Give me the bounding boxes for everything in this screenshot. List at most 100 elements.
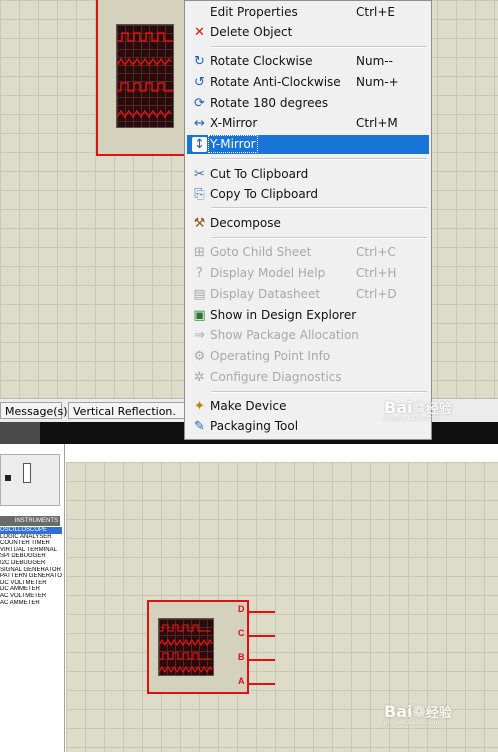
- cut-icon: ✂: [194, 167, 205, 182]
- instrument-list-item[interactable]: PATTERN GENERATOR: [0, 573, 62, 580]
- packaging-tool-icon: ✎: [194, 419, 205, 434]
- menu-item-edit-properties[interactable]: Edit Properties Ctrl+E: [187, 3, 429, 22]
- pin-label-d: D: [238, 604, 245, 614]
- instrument-list-item[interactable]: OSCILLOSCOPE: [0, 527, 62, 534]
- x-mirror-icon: ↔: [194, 116, 205, 131]
- top-screenshot: Message(s) Vertical Reflection. Edit Pro…: [0, 0, 498, 444]
- instrument-list-item[interactable]: LOGIC ANALYSER: [0, 534, 62, 541]
- menu-item-label: Rotate 180 degrees: [210, 96, 329, 110]
- oscilloscope-screen: [116, 24, 174, 128]
- bottom-screenshot: INSTRUMENTS OSCILLOSCOPE LOGIC ANALYSER CO…: [0, 444, 498, 752]
- pin-a-wire[interactable]: [249, 683, 275, 685]
- pin-d-wire[interactable]: [249, 611, 275, 613]
- menu-item-label: Y-Mirror: [208, 135, 258, 153]
- menu-item-label: Edit Properties: [210, 5, 298, 19]
- menu-item-show-in-design-explorer[interactable]: ▣ Show in Design Explorer: [187, 306, 429, 325]
- menu-item-label: Operating Point Info: [210, 349, 331, 363]
- instrument-list-item[interactable]: DC AMMETER: [0, 586, 62, 593]
- preview-square-icon: [5, 475, 11, 481]
- menu-separator: [211, 237, 427, 239]
- menu-item-shortcut: Ctrl+C: [356, 245, 396, 259]
- edit-properties-icon: [192, 5, 207, 20]
- instrument-list-item[interactable]: AC VOLTMETER: [0, 593, 62, 600]
- menu-separator: [211, 46, 427, 48]
- menu-separator: [211, 207, 427, 209]
- menu-item-display-model-help: ? Display Model Help Ctrl+H: [187, 264, 429, 283]
- watermark-bottom: Bai❁经验 jingyan.baidu.com: [384, 702, 452, 726]
- menu-item-label: Decompose: [210, 216, 281, 230]
- menu-item-label: Packaging Tool: [210, 419, 299, 433]
- pin-label-b: B: [238, 652, 245, 662]
- pin-b-wire[interactable]: [249, 659, 275, 661]
- menu-item-display-datasheet: ▤ Display Datasheet Ctrl+D: [187, 285, 429, 304]
- messages-button[interactable]: Message(s): [0, 402, 68, 419]
- oscilloscope-traces-bottom: [159, 624, 213, 674]
- copy-icon: ⎘: [194, 187, 205, 202]
- menu-item-label: Show Package Allocation: [210, 328, 359, 342]
- datasheet-icon: ▤: [193, 287, 206, 302]
- instrument-list-item[interactable]: I2C DEBUGGER: [0, 560, 62, 567]
- menu-item-goto-child-sheet: ⊞ Goto Child Sheet Ctrl+C: [187, 243, 429, 262]
- menu-item-shortcut: Ctrl+M: [356, 116, 398, 130]
- menu-item-label: Display Model Help: [210, 266, 326, 280]
- delete-icon: ✕: [194, 25, 205, 40]
- menu-item-shortcut: Num--: [356, 54, 393, 68]
- pin-label-a: A: [238, 676, 245, 686]
- instrument-list-item[interactable]: AC AMMETER: [0, 600, 62, 607]
- menu-item-x-mirror[interactable]: ↔ X-Mirror Ctrl+M: [187, 114, 429, 133]
- instrument-list-item[interactable]: DC VOLTMETER: [0, 580, 62, 587]
- menu-item-rotate-180-degrees[interactable]: ⟳ Rotate 180 degrees: [187, 94, 429, 113]
- menu-item-rotate-anti-clockwise[interactable]: ↺ Rotate Anti-Clockwise Num-+: [187, 73, 429, 92]
- context-menu: Edit Properties Ctrl+E ✕ Delete Object ↻ Rota…: [184, 0, 432, 440]
- instrument-list-item[interactable]: VIRTUAL TERMINAL: [0, 547, 62, 554]
- oscilloscope-component-bottom[interactable]: D C B A: [147, 600, 249, 694]
- instruments-list: OSCILLOSCOPE LOGIC ANALYSER COUNTER TIMER V…: [0, 527, 64, 606]
- rotate-180-icon: ⟳: [194, 96, 205, 111]
- menu-item-configure-diagnostics: ✲ Configure Diagnostics: [187, 368, 429, 387]
- menu-item-decompose[interactable]: ⚒ Decompose: [187, 214, 429, 233]
- menu-item-delete-object[interactable]: ✕ Delete Object: [187, 23, 429, 42]
- rotate-clockwise-icon: ↻: [194, 54, 205, 69]
- menu-item-shortcut: Ctrl+D: [356, 287, 397, 301]
- make-device-icon: ✦: [194, 399, 205, 414]
- instrument-list-item[interactable]: SIGNAL GENERATOR: [0, 567, 62, 574]
- menu-item-label: Cut To Clipboard: [210, 167, 309, 181]
- menu-item-label: Rotate Anti-Clockwise: [210, 75, 341, 89]
- menu-item-label: Goto Child Sheet: [210, 245, 312, 259]
- operating-point-icon: ⚙: [193, 349, 206, 364]
- pin-c-wire[interactable]: [249, 635, 275, 637]
- menu-separator: [211, 391, 427, 393]
- hammer-icon: ⚒: [193, 216, 206, 231]
- menu-item-shortcut: Num-+: [356, 75, 399, 89]
- instrument-list-item[interactable]: COUNTER TIMER: [0, 540, 62, 547]
- menu-item-shortcut: Ctrl+H: [356, 266, 397, 280]
- y-mirror-icon: ↕: [192, 137, 207, 152]
- diagnostics-icon: ✲: [194, 370, 205, 385]
- menu-item-label: Delete Object: [210, 25, 293, 39]
- child-sheet-icon: ⊞: [194, 245, 205, 260]
- pin-label-c: C: [238, 628, 245, 638]
- menu-item-cut-to-clipboard[interactable]: ✂ Cut To Clipboard: [187, 165, 429, 184]
- help-icon: ?: [196, 266, 203, 281]
- oscilloscope-screen-bottom: [158, 618, 214, 676]
- rotate-anticlockwise-icon: ↺: [194, 75, 205, 90]
- package-allocation-icon: ⇒: [194, 328, 205, 343]
- menu-item-operating-point-info: ⚙ Operating Point Info: [187, 347, 429, 366]
- menu-item-y-mirror[interactable]: ↕ Y-Mirror: [187, 135, 429, 154]
- menu-item-label: X-Mirror: [210, 116, 258, 130]
- menu-item-shortcut: Ctrl+E: [356, 5, 395, 19]
- oscilloscope-component[interactable]: [96, 0, 190, 156]
- menu-item-label: Show in Design Explorer: [210, 308, 357, 322]
- instruments-header: INSTRUMENTS: [0, 516, 60, 526]
- left-panel: INSTRUMENTS OSCILLOSCOPE LOGIC ANALYSER CO…: [0, 444, 65, 752]
- menu-item-label: Copy To Clipboard: [210, 187, 319, 201]
- menu-item-label: Rotate Clockwise: [210, 54, 313, 68]
- design-explorer-icon: ▣: [193, 308, 206, 323]
- menu-item-label: Make Device: [210, 399, 287, 413]
- instrument-list-item[interactable]: SPI DEBUGGER: [0, 553, 62, 560]
- oscilloscope-traces: [117, 32, 173, 119]
- preview-rect-icon: [23, 463, 31, 483]
- preview-box: [0, 454, 60, 506]
- menu-item-copy-to-clipboard[interactable]: ⎘ Copy To Clipboard: [187, 185, 429, 204]
- menu-item-rotate-clockwise[interactable]: ↻ Rotate Clockwise Num--: [187, 52, 429, 71]
